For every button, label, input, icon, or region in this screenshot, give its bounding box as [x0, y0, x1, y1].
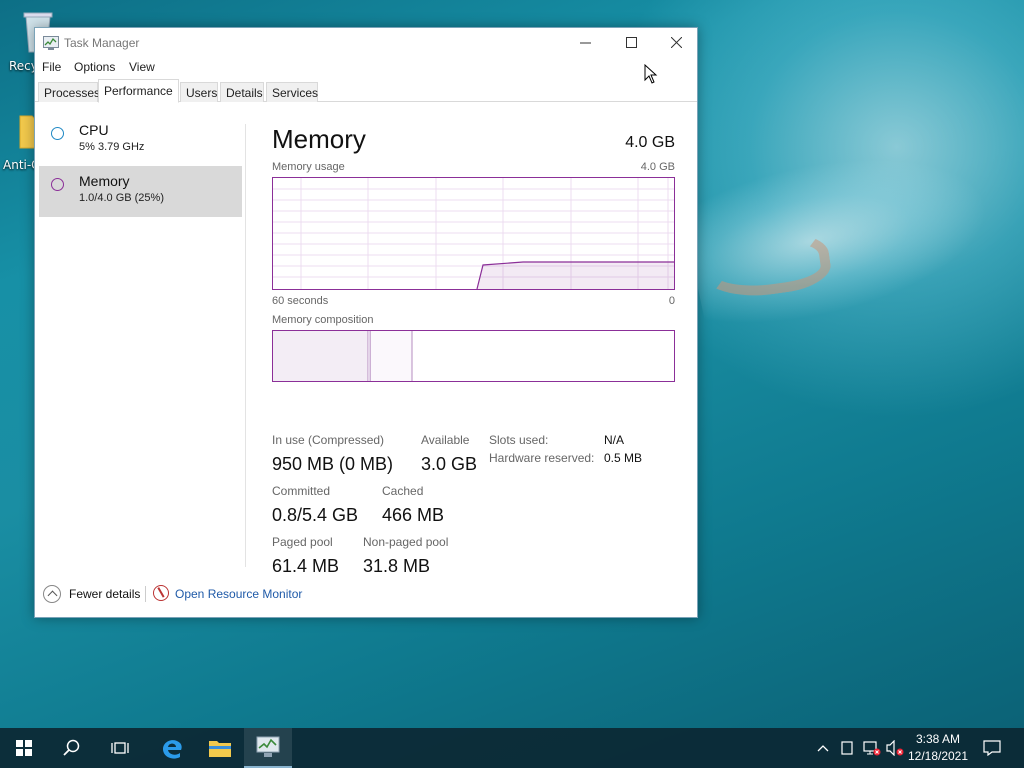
- action-center-button[interactable]: [980, 728, 1004, 768]
- show-hidden-icons-button[interactable]: [812, 728, 834, 768]
- cached-label: Cached: [382, 484, 424, 498]
- tab-performance[interactable]: Performance: [98, 79, 179, 103]
- notification-icon: [983, 740, 1001, 756]
- search-icon: [63, 739, 80, 756]
- maximize-icon: [625, 36, 637, 48]
- cpu-indicator-icon: [51, 127, 64, 140]
- menu-file[interactable]: File: [42, 60, 61, 74]
- hardware-reserved-value: 0.5 MB: [604, 451, 643, 465]
- task-manager-window: Task Manager File Options View Processes…: [34, 27, 698, 618]
- sidebar-item-label: CPU: [79, 122, 109, 138]
- task-view-button[interactable]: [96, 728, 144, 768]
- memory-usage-max: 4.0 GB: [640, 161, 675, 173]
- minimize-icon: [579, 42, 591, 43]
- composition-in-use: [273, 331, 368, 381]
- edge-taskbar-button[interactable]: [148, 728, 196, 768]
- tab-users[interactable]: Users: [180, 82, 218, 102]
- memory-composition-bar: [272, 330, 675, 382]
- tab-details[interactable]: Details: [220, 82, 264, 102]
- tab-processes[interactable]: Processes: [38, 82, 100, 102]
- task-manager-icon: [256, 736, 280, 757]
- clock-time: 3:38 AM: [915, 732, 961, 746]
- title-bar[interactable]: Task Manager: [35, 28, 697, 56]
- slots-used-label: Slots used:: [489, 433, 549, 447]
- minimize-button[interactable]: [562, 28, 608, 56]
- total-memory: 4.0 GB: [625, 134, 675, 151]
- graph-axis-left: 60 seconds: [272, 295, 329, 307]
- non-paged-pool-value: 31.8 MB: [363, 556, 431, 576]
- task-manager-icon: [43, 36, 59, 50]
- footer-separator: [145, 586, 146, 602]
- file-explorer-icon: [209, 741, 231, 757]
- committed-label: Committed: [272, 484, 331, 498]
- file-explorer-taskbar-button[interactable]: [196, 728, 244, 768]
- menu-bar: File Options View: [35, 56, 697, 78]
- available-value: 3.0 GB: [421, 454, 478, 474]
- window-title: Task Manager: [64, 36, 140, 50]
- pane-divider[interactable]: [245, 124, 246, 567]
- memory-usage-chart: [273, 178, 674, 290]
- menu-view[interactable]: View: [129, 60, 155, 74]
- slots-used-value: N/A: [604, 433, 625, 447]
- sidebar-item-label: Memory: [79, 173, 130, 189]
- page-title: Memory: [272, 124, 366, 154]
- window-footer: Fewer details Open Resource Monitor: [35, 580, 697, 610]
- maximize-button[interactable]: [608, 28, 654, 56]
- sidebar-item-cpu[interactable]: CPU 5% 3.79 GHz: [39, 115, 242, 166]
- search-button[interactable]: [48, 728, 96, 768]
- start-button[interactable]: [0, 728, 48, 768]
- mouse-cursor-icon: [644, 64, 658, 84]
- in-use-value: 950 MB (0 MB): [272, 454, 394, 474]
- sidebar-item-detail: 5% 3.79 GHz: [79, 141, 145, 153]
- tab-strip: Processes Performance Users Details Serv…: [35, 78, 697, 103]
- committed-value: 0.8/5.4 GB: [272, 505, 359, 525]
- clock-date: 12/18/2021: [907, 749, 969, 763]
- close-button[interactable]: [653, 28, 699, 56]
- memory-usage-label: Memory usage: [272, 161, 345, 173]
- in-use-label: In use (Compressed): [272, 433, 385, 447]
- network-status-button[interactable]: [860, 728, 884, 768]
- composition-standby: [371, 331, 412, 381]
- taskbar-clock[interactable]: 3:38 AM 12/18/2021: [898, 731, 978, 765]
- menu-options[interactable]: Options: [74, 60, 115, 74]
- tab-services[interactable]: Services: [266, 82, 318, 102]
- available-label: Available: [421, 433, 470, 447]
- graph-axis-right: 0: [668, 295, 675, 307]
- close-icon: [670, 36, 682, 48]
- usage-area: [477, 262, 674, 289]
- open-resource-monitor-link[interactable]: Open Resource Monitor: [175, 587, 302, 601]
- sidebar-item-memory[interactable]: Memory 1.0/4.0 GB (25%): [39, 166, 242, 217]
- tablet-icon: [841, 741, 853, 755]
- start-icon: [16, 740, 32, 756]
- chevron-up-circle-icon[interactable]: [43, 585, 61, 603]
- taskbar: 3:38 AM 12/18/2021: [0, 728, 1024, 768]
- resource-monitor-icon[interactable]: [153, 585, 169, 601]
- paged-pool-label: Paged pool: [272, 535, 333, 549]
- memory-usage-graph: [272, 177, 675, 290]
- task-view-icon: [111, 742, 129, 754]
- edge-icon: [163, 740, 182, 759]
- network-icon: [863, 741, 881, 756]
- sidebar-item-detail: 1.0/4.0 GB (25%): [79, 192, 164, 204]
- paged-pool-value: 61.4 MB: [272, 556, 340, 576]
- memory-indicator-icon: [51, 178, 64, 191]
- tray-tablet-button[interactable]: [836, 728, 858, 768]
- memory-composition-chart: [273, 331, 413, 381]
- task-manager-taskbar-button[interactable]: [244, 728, 292, 768]
- cached-value: 466 MB: [382, 505, 445, 525]
- non-paged-pool-label: Non-paged pool: [363, 535, 449, 549]
- hardware-reserved-label: Hardware reserved:: [489, 451, 595, 465]
- memory-composition-label: Memory composition: [272, 314, 374, 326]
- chevron-up-icon: [817, 745, 829, 752]
- fewer-details-button[interactable]: Fewer details: [69, 587, 140, 601]
